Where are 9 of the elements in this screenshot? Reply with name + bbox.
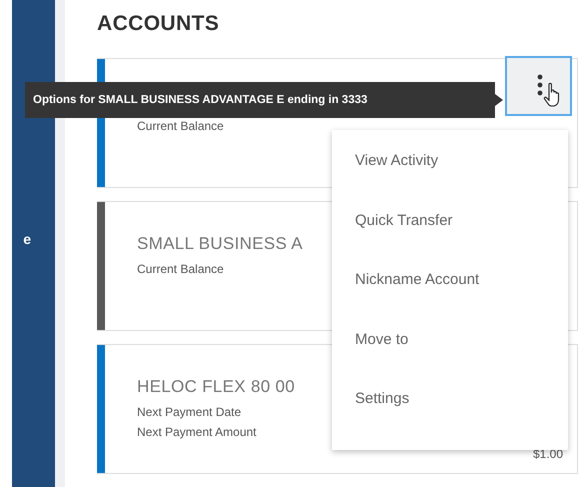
account-name: SMALL BUSINESS A: [137, 234, 304, 255]
balance-label: Next Payment Amount: [137, 425, 258, 439]
account-name: HELOC FLEX 80 00: [137, 377, 296, 398]
balance-label: Current Balance: [137, 262, 225, 276]
balance-label: Next Payment Date: [137, 405, 242, 419]
balance-label: Current Balance: [137, 119, 225, 133]
tooltip: Options for SMALL BUSINESS ADVANTAGE E ending in 3333: [25, 82, 495, 118]
payment-amount: $1.00: [532, 447, 563, 461]
page-heading: ACCOUNTS: [97, 12, 220, 36]
